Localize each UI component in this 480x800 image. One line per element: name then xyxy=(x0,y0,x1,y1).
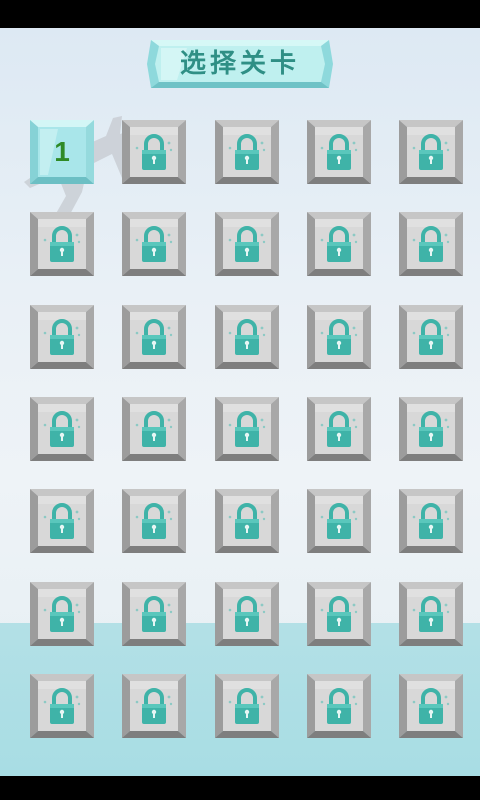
level-tile-locked[interactable] xyxy=(215,120,279,184)
level-tile-locked[interactable] xyxy=(307,489,371,553)
level-tile-locked[interactable] xyxy=(399,489,463,553)
level-number: 1 xyxy=(54,136,70,167)
level-tile-locked[interactable] xyxy=(122,305,186,369)
level-tile-locked[interactable] xyxy=(122,674,186,738)
level-tile-locked[interactable] xyxy=(215,582,279,646)
level-select-screen: 选择关卡 1 xyxy=(0,28,480,776)
level-tile-locked[interactable] xyxy=(307,305,371,369)
level-tile-locked[interactable] xyxy=(122,397,186,461)
level-tile-locked[interactable] xyxy=(399,674,463,738)
level-tile-locked[interactable] xyxy=(215,305,279,369)
level-tile-locked[interactable] xyxy=(30,397,94,461)
level-tile-locked[interactable] xyxy=(215,212,279,276)
level-grid: 1 xyxy=(0,28,480,776)
level-tile-locked[interactable] xyxy=(307,582,371,646)
level-tile-locked[interactable] xyxy=(30,489,94,553)
level-tile-locked[interactable] xyxy=(215,397,279,461)
level-tile-locked[interactable] xyxy=(122,489,186,553)
level-tile-locked[interactable] xyxy=(122,582,186,646)
level-tile-locked[interactable] xyxy=(307,212,371,276)
level-tile-locked[interactable] xyxy=(215,489,279,553)
level-tile-locked[interactable] xyxy=(399,305,463,369)
level-tile-locked[interactable] xyxy=(215,674,279,738)
level-tile-locked[interactable] xyxy=(399,120,463,184)
level-tile-locked[interactable] xyxy=(30,305,94,369)
level-tile-locked[interactable] xyxy=(30,212,94,276)
level-tile-locked[interactable] xyxy=(122,212,186,276)
level-tile-locked[interactable] xyxy=(307,120,371,184)
level-tile-locked[interactable] xyxy=(399,212,463,276)
level-tile-locked[interactable] xyxy=(122,120,186,184)
level-tile-locked[interactable] xyxy=(399,397,463,461)
level-tile-locked[interactable] xyxy=(30,582,94,646)
level-tile-unlocked[interactable]: 1 xyxy=(30,120,94,184)
level-tile-locked[interactable] xyxy=(307,674,371,738)
level-tile-locked[interactable] xyxy=(399,582,463,646)
level-tile-locked[interactable] xyxy=(30,674,94,738)
level-tile-locked[interactable] xyxy=(307,397,371,461)
